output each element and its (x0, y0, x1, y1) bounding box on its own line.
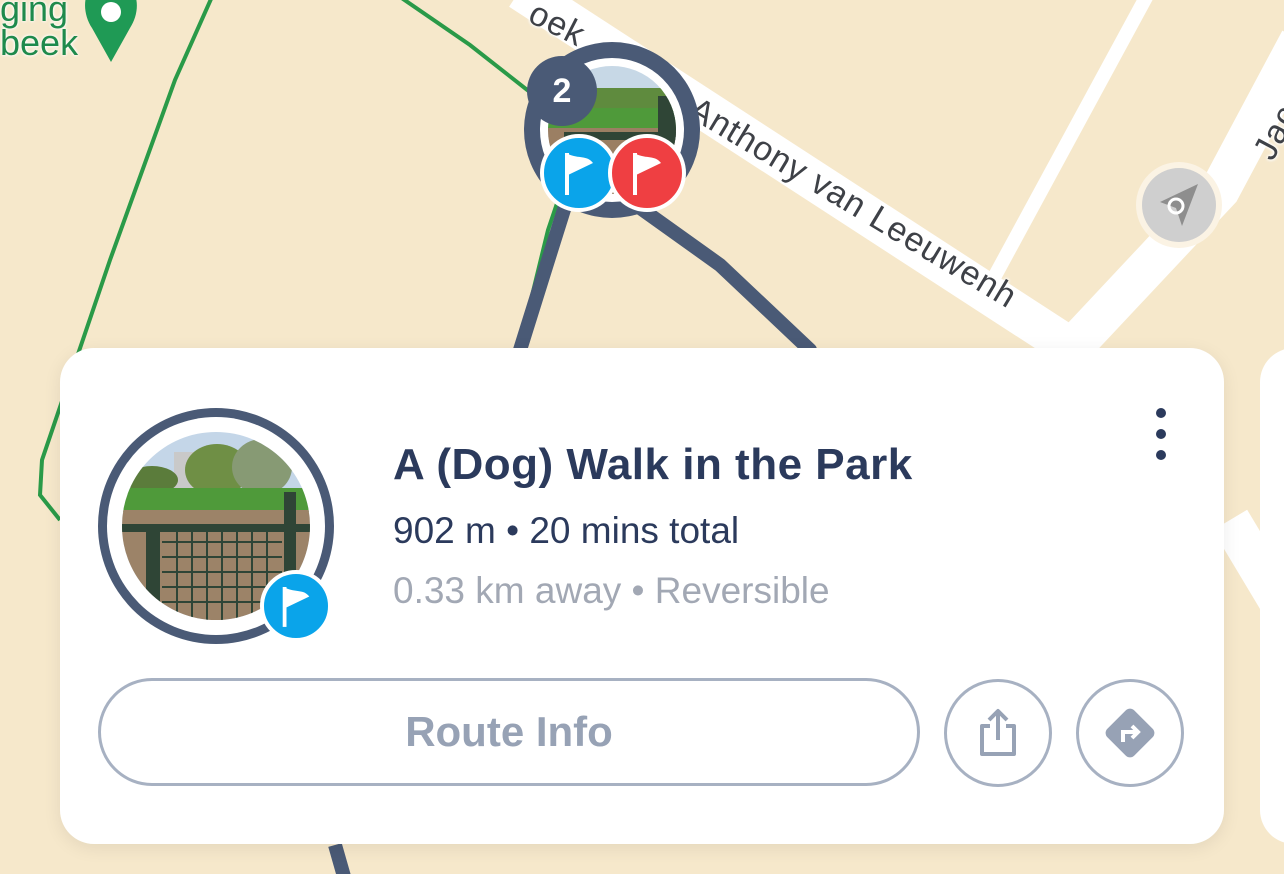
directions-button[interactable] (1076, 679, 1184, 787)
route-away-reversible: 0.33 km away • Reversible (393, 570, 830, 611)
locate-me-button[interactable] (1136, 162, 1222, 248)
start-flag-icon (540, 134, 618, 212)
more-dot (1156, 450, 1166, 460)
route-cluster-marker[interactable]: 2 (524, 42, 700, 218)
route-card[interactable]: A (Dog) Walk in the Park 902 m • 20 mins… (60, 348, 1224, 844)
finish-flag-icon (608, 134, 686, 212)
more-vertical-icon[interactable] (1140, 408, 1182, 460)
poi-label: ging beek (0, 0, 79, 63)
route-avatar (98, 408, 334, 644)
next-route-card[interactable] (1260, 348, 1284, 844)
more-dot (1156, 408, 1166, 418)
route-title: A (Dog) Walk in the Park (393, 440, 913, 489)
route-distance-duration: 902 m • 20 mins total (393, 510, 740, 551)
cluster-count-badge: 2 (527, 56, 597, 126)
route-line-3 (328, 843, 351, 874)
locate-disk (1142, 168, 1216, 242)
more-dot (1156, 429, 1166, 439)
navigation-arrow-icon (1160, 184, 1198, 226)
start-flag-icon (260, 570, 332, 642)
poi-label-line2: beek (0, 22, 79, 63)
route-info-button[interactable]: Route Info (98, 678, 920, 786)
share-button[interactable] (944, 679, 1052, 787)
directions-icon (1105, 708, 1155, 758)
share-icon (980, 709, 1016, 756)
